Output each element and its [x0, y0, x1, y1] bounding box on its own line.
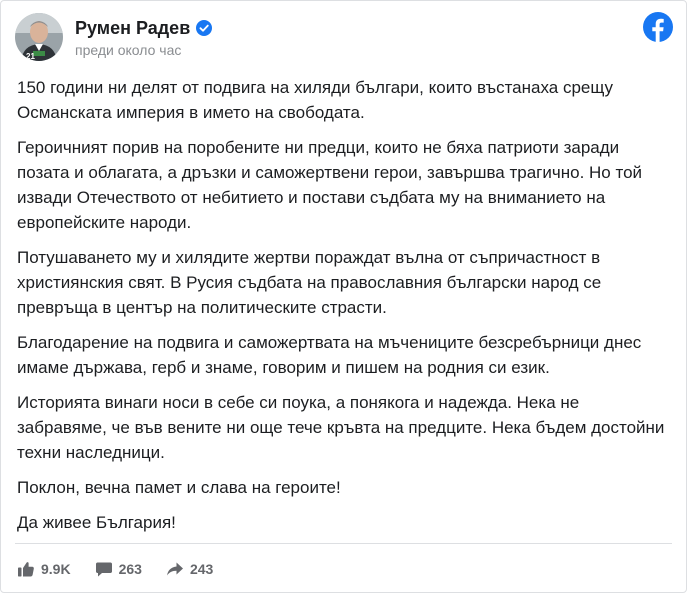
avatar[interactable]: 21 — [15, 13, 63, 61]
share-count: 243 — [189, 561, 214, 577]
avatar-image: 21 — [15, 13, 63, 61]
post-paragraph: Благодарение на подвига и саможертвата н… — [17, 333, 642, 377]
comment-count: 263 — [118, 561, 142, 577]
post-paragraph: Поклон, вечна памет и слава на героите! — [17, 478, 341, 497]
post-card: 21 Румен Радев преди около час 150 годин… — [0, 0, 687, 593]
post-paragraph: Героичният порив на поробените ни предци… — [17, 138, 643, 232]
share-stat[interactable]: 243 — [166, 560, 213, 578]
thumbs-up-icon — [18, 562, 34, 577]
post-meta: Румен Радев преди около час — [75, 17, 213, 58]
like-stat[interactable]: 9.9K — [17, 560, 71, 578]
post-paragraph: Историята винаги носи в себе си поука, а… — [17, 393, 665, 462]
engagement-stats: 9.9K 263 243 — [17, 557, 237, 581]
like-count: 9.9K — [41, 561, 71, 577]
share-arrow-icon — [166, 562, 183, 576]
avatar-badge: 21 — [26, 52, 35, 61]
verified-badge-icon — [196, 19, 213, 36]
post-paragraph: 150 години ни делят от подвига на хиляди… — [17, 78, 614, 122]
comment-stat[interactable]: 263 — [95, 560, 142, 578]
post-body: 150 години ни делят от подвига на хиляди… — [17, 75, 672, 545]
post-timestamp[interactable]: преди около час — [75, 42, 212, 58]
facebook-logo-icon[interactable] — [643, 12, 673, 42]
comment-bubble-icon — [95, 562, 112, 577]
author-row: Румен Радев — [75, 17, 213, 39]
post-header: 21 Румен Радев преди около час — [15, 13, 213, 61]
author-name[interactable]: Румен Радев — [75, 17, 190, 39]
post-paragraph: Потушаването му и хилядите жертви поражд… — [17, 248, 602, 317]
post-paragraph: Да живее България! — [17, 513, 176, 532]
stats-divider — [15, 543, 672, 544]
